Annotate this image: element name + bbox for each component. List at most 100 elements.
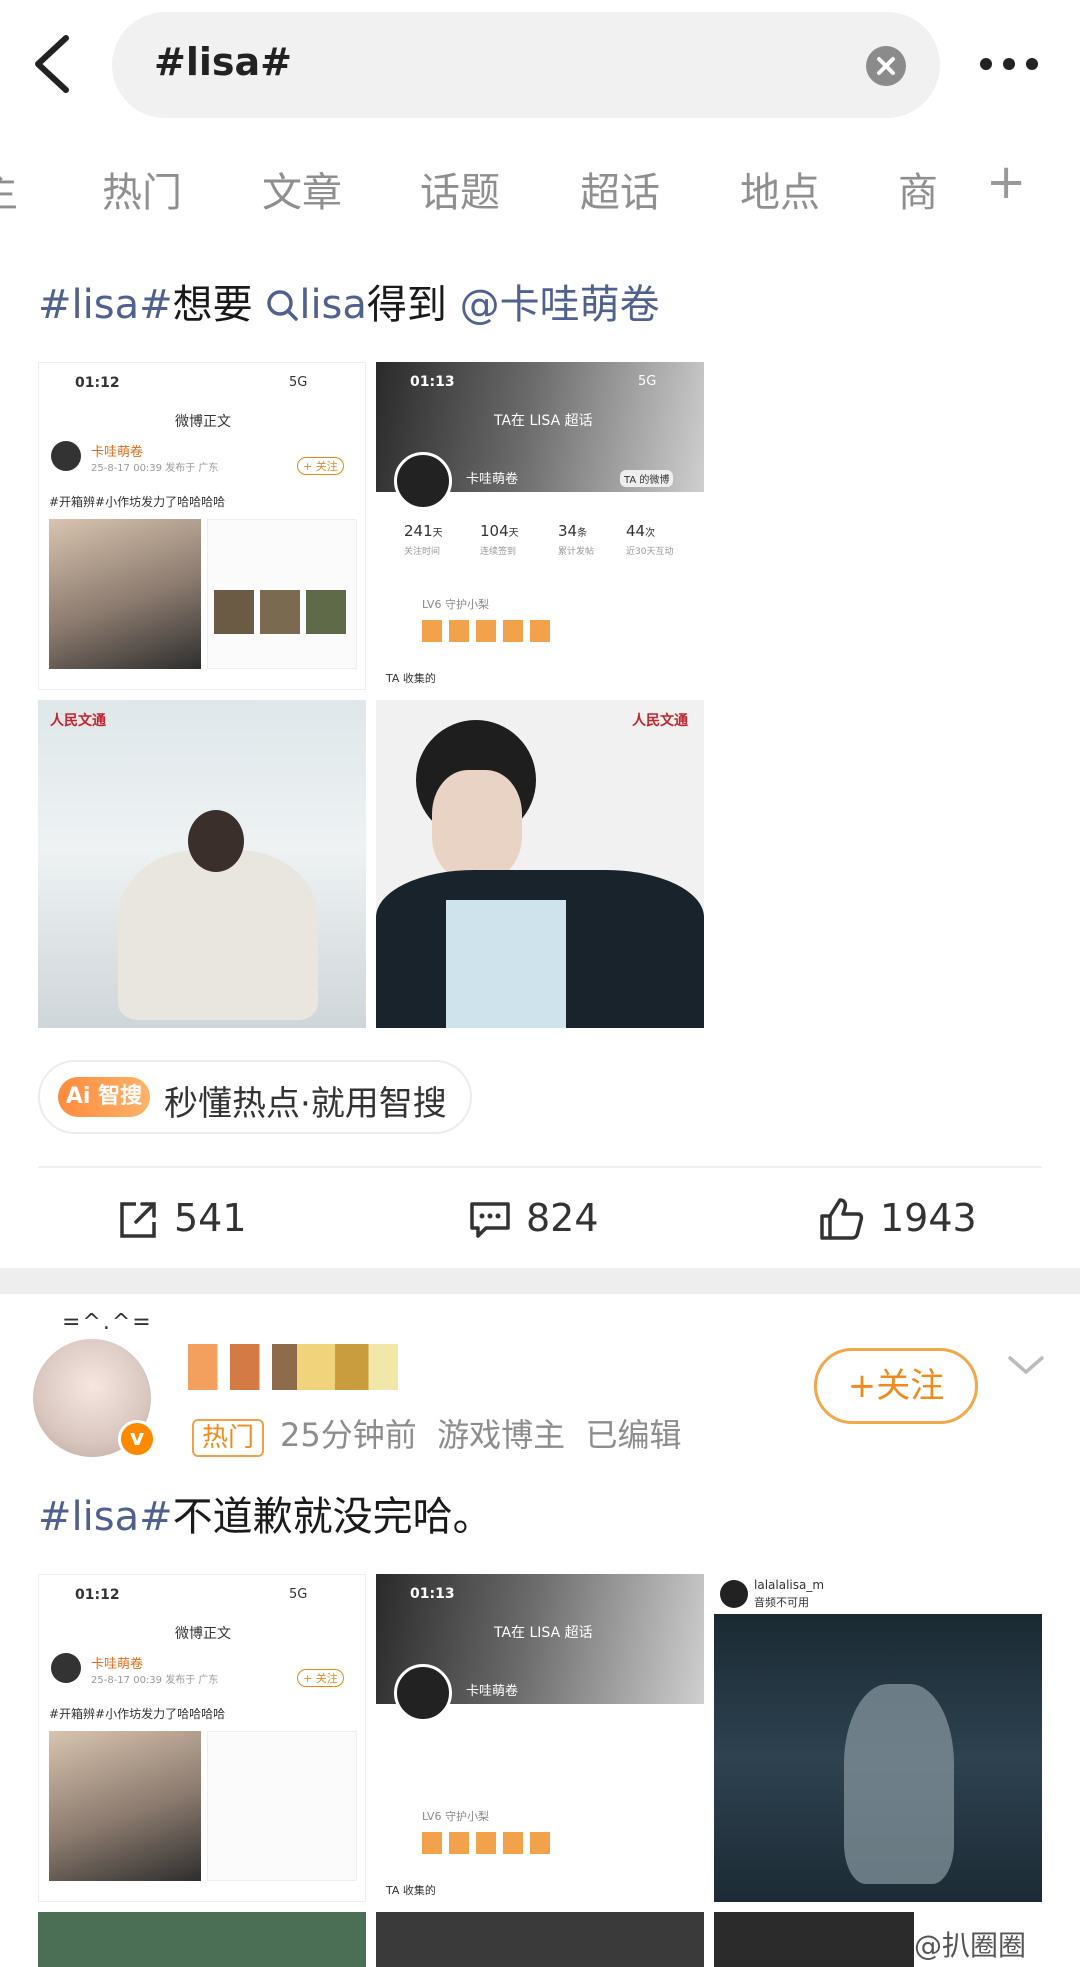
post2-image-5[interactable]	[376, 1912, 704, 1967]
back-arrow-icon[interactable]	[28, 34, 78, 94]
shot-b-badges	[422, 1832, 552, 1854]
shot-b-user: 卡哇萌卷	[466, 472, 519, 487]
insta-avatar	[720, 1580, 748, 1608]
post1-mention[interactable]: @卡哇萌卷	[460, 282, 660, 328]
post1-image-3[interactable]: 人民文通	[38, 700, 366, 1028]
add-tab-icon[interactable]: +	[986, 154, 1026, 210]
tab-topics[interactable]: 话题	[420, 160, 500, 218]
search-input[interactable]: #lisa#	[154, 40, 292, 84]
shot-a-signal: 5G	[289, 1587, 308, 1602]
photo-shirt-shape	[446, 900, 566, 1028]
shot-a-thumb-3	[306, 590, 346, 634]
post2-body: 不道歉就没完哈。	[172, 1494, 493, 1540]
more-options-icon[interactable]	[978, 46, 1040, 82]
share-count: 541	[174, 1196, 247, 1240]
post2-image-2[interactable]: 01:13 TA在 LISA 超话 卡哇萌卷 LV6 守护小梨 TA 收集的	[376, 1574, 704, 1902]
photo-face-shape	[432, 770, 522, 880]
shot-a-title: 微博正文	[175, 414, 231, 430]
shot-b-collected: TA 收集的	[386, 1884, 436, 1897]
post1-image-2[interactable]: 01:13 5G TA在 LISA 超话 卡哇萌卷 TA 的微博 241天 关注…	[376, 362, 704, 690]
post-separator	[0, 1268, 1080, 1294]
like-button[interactable]: 1943	[818, 1192, 1038, 1248]
post1-image-4[interactable]: 人民文通	[376, 700, 704, 1028]
shot-a-date: 25-8-17 00:39 发布于 广东	[91, 463, 219, 474]
shot-b-stats: 241天 关注时间 104天 连续签到 34条 累计发帖 44次 近30天互动	[376, 522, 704, 572]
insta-sub: 音频不可用	[754, 1596, 809, 1609]
tab-supertopic[interactable]: 超话	[580, 160, 660, 218]
thumbs-up-icon	[820, 1198, 864, 1240]
shot-b-badges	[422, 620, 552, 642]
shot-a-inner-card	[207, 519, 357, 669]
watermark: @扒圈圈	[914, 1929, 1027, 1962]
shot-b-title: TA在 LISA 超话	[494, 413, 593, 429]
shot-b-signal: 5G	[638, 374, 657, 389]
photo-brand-logo: 人民文通	[632, 713, 688, 729]
post-time: 25分钟前	[280, 1416, 417, 1454]
avatar-decoration: =^.^=	[62, 1310, 153, 1335]
tab-articles[interactable]: 文章	[262, 160, 342, 218]
comment-icon	[470, 1202, 510, 1238]
shot-a-thumb-2	[260, 590, 300, 634]
edited-label: 已编辑	[585, 1416, 682, 1454]
post1-text2: 得到	[366, 282, 447, 328]
follow-button[interactable]: +关注	[814, 1348, 978, 1424]
post2-hashtag[interactable]: #lisa#	[38, 1494, 173, 1540]
shot-b-stat-label: 关注时间	[404, 547, 441, 557]
photo-hair-shape	[188, 810, 244, 872]
shot-a-photo	[49, 519, 201, 669]
post1-image-1[interactable]: 01:12 5G 微博正文 卡哇萌卷 25-8-17 00:39 发布于 广东 …	[38, 362, 366, 690]
search-link[interactable]: lisa	[265, 282, 367, 328]
post2-image-6[interactable]	[714, 1912, 914, 1967]
ai-chip-text: 秒懂热点·就用智搜	[164, 1084, 447, 1124]
shot-a-follow: + 关注	[297, 1669, 344, 1687]
clear-icon[interactable]	[866, 46, 906, 86]
share-button[interactable]: 541	[116, 1192, 316, 1248]
shot-a-body: #开箱辨#小作坊发力了哈哈哈哈	[49, 495, 226, 509]
filter-tabs: 主 热门 文章 话题 超话 地点 商 +	[0, 154, 1080, 224]
shot-b-level: LV6 守护小梨	[422, 598, 489, 611]
shot-a-signal: 5G	[289, 375, 308, 390]
insta-user: lalalalisa_m	[754, 1578, 825, 1592]
share-icon	[120, 1202, 156, 1238]
shot-b-user: 卡哇萌卷	[466, 1684, 519, 1699]
divider	[38, 1166, 1042, 1168]
shot-b-stat-value: 44	[626, 522, 646, 540]
shot-a-body: #开箱辨#小作坊发力了哈哈哈哈	[49, 1707, 226, 1721]
search-link-label: lisa	[299, 282, 367, 328]
photo-brand-logo: 人民文通	[50, 713, 106, 729]
shot-a-follow: + 关注	[297, 457, 344, 475]
like-count: 1943	[880, 1196, 977, 1240]
tab-location[interactable]: 地点	[740, 160, 820, 218]
post2-text: #lisa#不道歉就没完哈。	[38, 1484, 493, 1542]
shot-b-time: 01:13	[410, 374, 455, 390]
insta-photo	[714, 1614, 1042, 1902]
shot-b-avatar	[394, 1664, 452, 1722]
shot-b-stat-unit: 天	[508, 528, 519, 539]
shot-a-thumb-1	[214, 590, 254, 634]
shot-b-stat-unit: 天	[432, 528, 443, 539]
tab-hot[interactable]: 热门	[102, 160, 182, 218]
shot-a-user: 卡哇萌卷	[91, 1657, 144, 1672]
shot-b-level: LV6 守护小梨	[422, 1810, 489, 1823]
ai-search-chip[interactable]: Ai 智搜 秒懂热点·就用智搜	[38, 1060, 472, 1134]
post2-image-4[interactable]	[38, 1912, 366, 1967]
post2-image-1[interactable]: 01:12 5G 微博正文 卡哇萌卷 25-8-17 00:39 发布于 广东 …	[38, 1574, 366, 1902]
shot-b-stat-label: 近30天互动	[626, 547, 674, 557]
post2-image-3[interactable]: lalalalisa_m 音频不可用	[714, 1574, 1042, 1902]
shot-b-weibo-link: TA 的微博	[620, 470, 674, 487]
post1-hashtag[interactable]: #lisa#	[38, 282, 173, 328]
chevron-down-icon[interactable]	[1006, 1350, 1046, 1380]
shot-b-time: 01:13	[410, 1586, 455, 1602]
post2-meta: 热门 25分钟前 游戏博主 已编辑	[192, 1410, 681, 1457]
shot-b-collected: TA 收集的	[386, 672, 436, 685]
comment-button[interactable]: 824	[468, 1192, 668, 1248]
shot-a-title: 微博正文	[175, 1626, 231, 1642]
username-blurred[interactable]	[188, 1344, 398, 1390]
search-bar[interactable]: #lisa#	[112, 12, 940, 118]
tab-shop[interactable]: 商	[898, 160, 938, 218]
shot-b-avatar	[394, 452, 452, 510]
shot-a-time: 01:12	[75, 375, 120, 391]
shot-b-title: TA在 LISA 超话	[494, 1625, 593, 1641]
shot-a-avatar	[51, 1653, 81, 1683]
tab-main[interactable]: 主	[0, 160, 18, 218]
